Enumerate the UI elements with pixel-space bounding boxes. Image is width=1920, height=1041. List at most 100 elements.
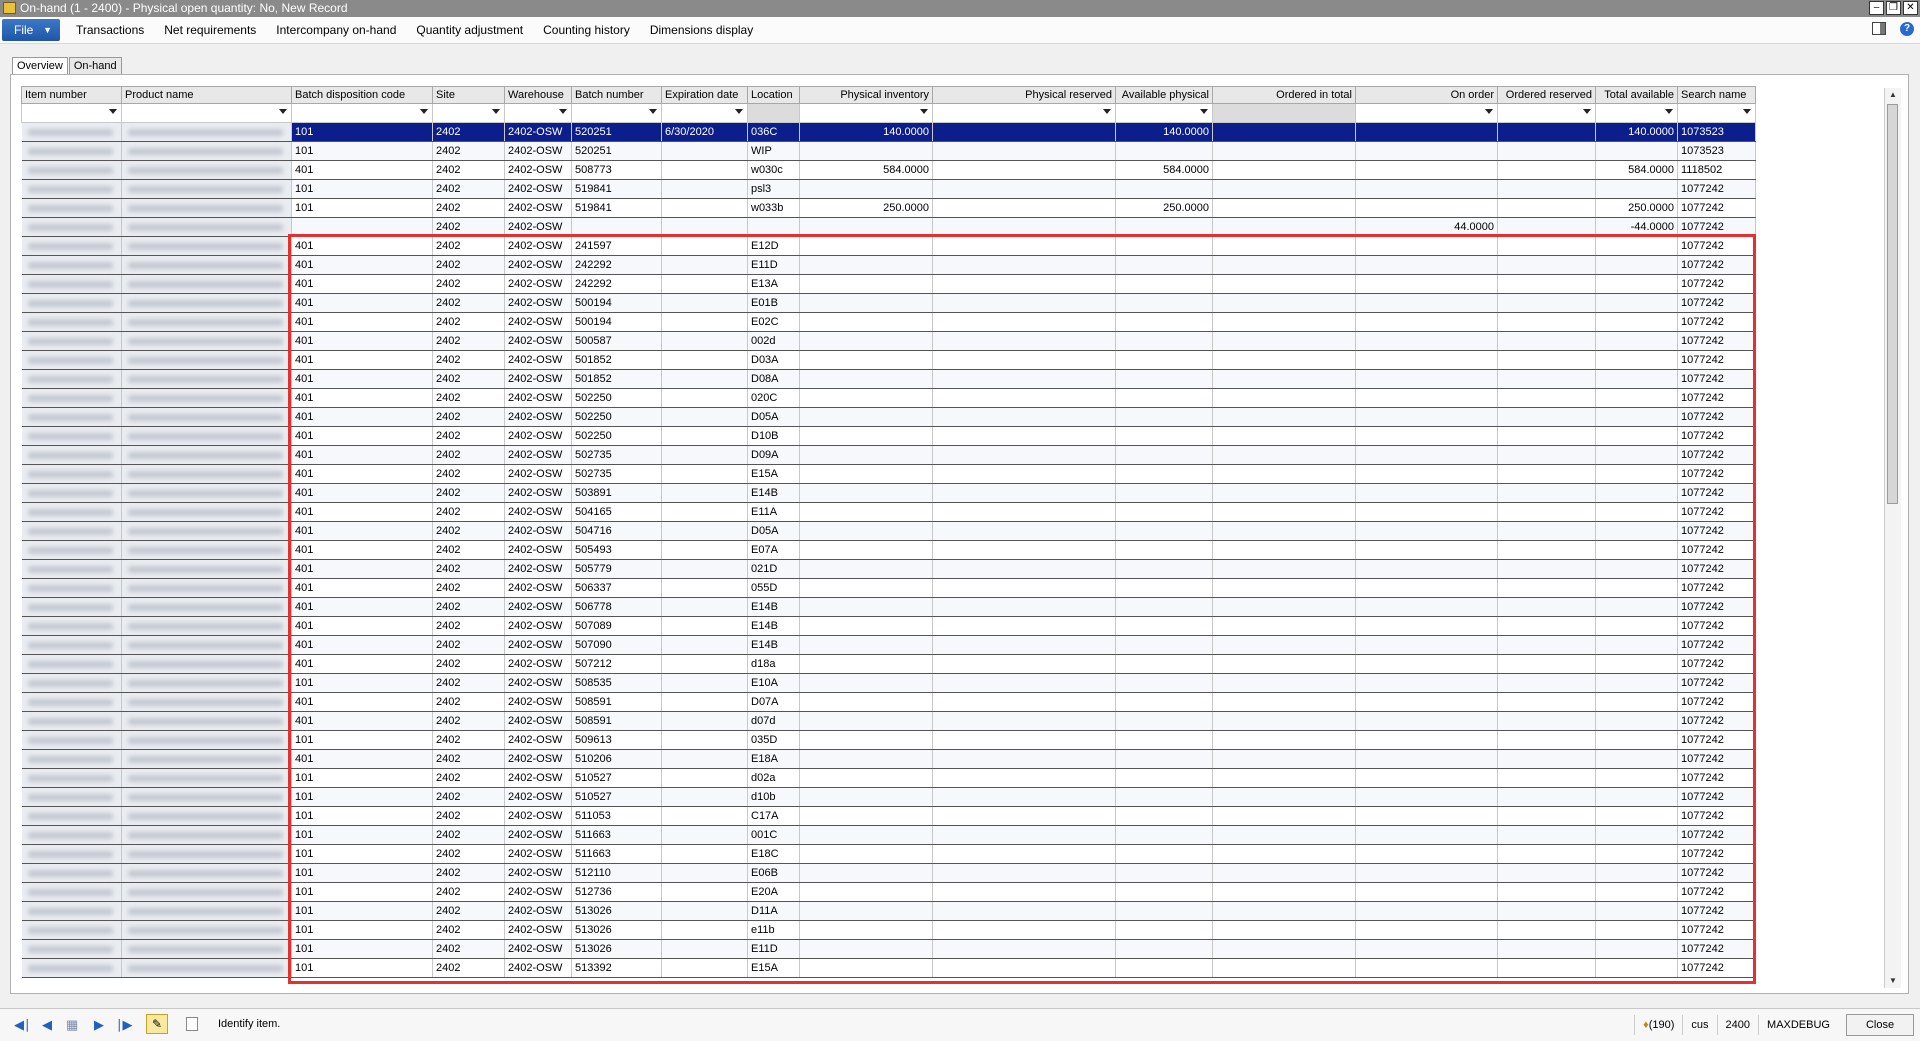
grid-view-icon[interactable]: ▦ <box>66 1018 78 1032</box>
table-row[interactable]: 401 2402 2402-OSW 501852 D08A 1077242 <box>21 369 1756 389</box>
filter-cell[interactable] <box>1355 103 1498 123</box>
pencil-icon[interactable]: ✎ <box>146 1014 168 1034</box>
filter-cell[interactable] <box>504 103 572 123</box>
table-row[interactable]: 401 2402 2402-OSW 506337 055D 1077242 <box>21 578 1756 598</box>
filter-cell[interactable] <box>747 103 800 123</box>
column-header-physical-reserved[interactable]: Physical reserved <box>932 86 1116 104</box>
filter-cell[interactable] <box>291 103 433 123</box>
table-row[interactable]: 401 2402 2402-OSW 507090 E14B 1077242 <box>21 635 1756 655</box>
restore-icon[interactable]: ❐ <box>1886 1 1901 15</box>
column-header-location[interactable]: Location <box>747 86 800 104</box>
column-header-site[interactable]: Site <box>432 86 505 104</box>
filter-cell[interactable] <box>932 103 1116 123</box>
table-row[interactable]: 401 2402 2402-OSW 508591 d07d 1077242 <box>21 711 1756 731</box>
table-row[interactable]: 401 2402 2402-OSW 505779 021D 1077242 <box>21 559 1756 579</box>
first-record-icon[interactable]: ◀∣ <box>14 1018 31 1032</box>
column-header-item-number[interactable]: Item number <box>21 86 122 104</box>
column-header-expiration-date[interactable]: Expiration date <box>661 86 748 104</box>
table-row[interactable]: 101 2402 2402-OSW 520251 6/30/2020 036C 140.00… <box>21 122 1756 142</box>
column-header-physical-inventory[interactable]: Physical inventory <box>799 86 933 104</box>
previous-record-icon[interactable]: ◀ <box>42 1018 52 1032</box>
minimize-icon[interactable]: – <box>1869 1 1884 15</box>
close-button[interactable]: Close <box>1846 1014 1914 1036</box>
menu-item-transactions[interactable]: Transactions <box>66 17 154 43</box>
table-row[interactable]: 401 2402 2402-OSW 500194 E01B 1077242 <box>21 293 1756 313</box>
filter-cell[interactable] <box>571 103 662 123</box>
chevron-down-icon[interactable] <box>1743 109 1751 114</box>
filter-cell[interactable] <box>1115 103 1213 123</box>
chevron-down-icon[interactable] <box>279 109 287 114</box>
table-row[interactable]: 101 2402 2402-OSW 510527 d10b 1077242 <box>21 787 1756 807</box>
table-row[interactable]: 401 2402 2402-OSW 505493 E07A 1077242 <box>21 540 1756 560</box>
table-row[interactable]: 101 2402 2402-OSW 511663 001C 1077242 <box>21 825 1756 845</box>
table-row[interactable]: 401 2402 2402-OSW 241597 E12D 1077242 <box>21 236 1756 256</box>
filter-cell[interactable] <box>1212 103 1356 123</box>
table-row[interactable]: 401 2402 2402-OSW 508591 D07A 1077242 <box>21 692 1756 712</box>
table-row[interactable]: 2402 2402-OSW 44.0000 -44.0000 1077242 <box>21 217 1756 237</box>
table-row[interactable]: 101 2402 2402-OSW 511663 E18C 1077242 <box>21 844 1756 864</box>
filter-cell[interactable] <box>1677 103 1756 123</box>
column-header-on-order[interactable]: On order <box>1355 86 1498 104</box>
table-row[interactable]: 101 2402 2402-OSW 513026 E11D 1077242 <box>21 939 1756 959</box>
filter-cell[interactable] <box>121 103 292 123</box>
chevron-down-icon[interactable] <box>559 109 567 114</box>
column-header-ordered-in-total[interactable]: Ordered in total <box>1212 86 1356 104</box>
table-row[interactable]: 401 2402 2402-OSW 500587 002d 1077242 <box>21 331 1756 351</box>
file-menu-button[interactable]: File ▼ <box>2 19 60 41</box>
table-row[interactable]: 401 2402 2402-OSW 504716 D05A 1077242 <box>21 521 1756 541</box>
table-row[interactable]: 101 2402 2402-OSW 519841 w033b 250.0000 250.00… <box>21 198 1756 218</box>
table-row[interactable]: 401 2402 2402-OSW 507212 d18a 1077242 <box>21 654 1756 674</box>
table-row[interactable]: 401 2402 2402-OSW 501852 D03A 1077242 <box>21 350 1756 370</box>
chevron-down-icon[interactable] <box>1485 109 1493 114</box>
scrollbar-thumb[interactable] <box>1887 104 1898 504</box>
vertical-scrollbar[interactable]: ▲ ▼ <box>1884 88 1901 988</box>
chevron-down-icon[interactable] <box>649 109 657 114</box>
chevron-down-icon[interactable] <box>1665 109 1673 114</box>
table-row[interactable]: 101 2402 2402-OSW 519841 psl3 1077242 <box>21 179 1756 199</box>
table-row[interactable]: 401 2402 2402-OSW 502250 020C 1077242 <box>21 388 1756 408</box>
menu-item-intercompany-on-hand[interactable]: Intercompany on-hand <box>266 17 406 43</box>
table-row[interactable]: 401 2402 2402-OSW 242292 E13A 1077242 <box>21 274 1756 294</box>
last-record-icon[interactable]: ∣▶ <box>116 1018 133 1032</box>
table-row[interactable]: 101 2402 2402-OSW 520251 WIP 1073523 <box>21 141 1756 161</box>
table-row[interactable]: 101 2402 2402-OSW 509613 035D 1077242 <box>21 730 1756 750</box>
filter-cell[interactable] <box>661 103 748 123</box>
table-row[interactable]: 101 2402 2402-OSW 513026 D11A 1077242 <box>21 901 1756 921</box>
table-row[interactable]: 401 2402 2402-OSW 506778 E14B 1077242 <box>21 597 1756 617</box>
scroll-up-icon[interactable]: ▲ <box>1885 88 1901 102</box>
menu-item-net-requirements[interactable]: Net requirements <box>154 17 266 43</box>
menu-item-dimensions-display[interactable]: Dimensions display <box>640 17 763 43</box>
table-row[interactable]: 101 2402 2402-OSW 512110 E06B 1077242 <box>21 863 1756 883</box>
table-row[interactable]: 101 2402 2402-OSW 512736 E20A 1077242 <box>21 882 1756 902</box>
table-row[interactable]: 401 2402 2402-OSW 500194 E02C 1077242 <box>21 312 1756 332</box>
chevron-down-icon[interactable] <box>1200 109 1208 114</box>
layout-icon[interactable] <box>1872 22 1886 35</box>
column-header-available-physical[interactable]: Available physical <box>1115 86 1213 104</box>
column-header-batch-number[interactable]: Batch number <box>571 86 662 104</box>
table-row[interactable]: 101 2402 2402-OSW 513026 e11b 1077242 <box>21 920 1756 940</box>
table-row[interactable]: 401 2402 2402-OSW 504165 E11A 1077242 <box>21 502 1756 522</box>
table-row[interactable]: 101 2402 2402-OSW 510527 d02a 1077242 <box>21 768 1756 788</box>
document-icon[interactable] <box>186 1017 198 1031</box>
tab-overview[interactable]: Overview <box>12 57 68 75</box>
menu-item-counting-history[interactable]: Counting history <box>533 17 640 43</box>
chevron-down-icon[interactable] <box>420 109 428 114</box>
scroll-down-icon[interactable]: ▼ <box>1885 974 1901 988</box>
table-row[interactable]: 101 2402 2402-OSW 508535 E10A 1077242 <box>21 673 1756 693</box>
column-header-search-name[interactable]: Search name <box>1677 86 1756 104</box>
chevron-down-icon[interactable] <box>735 109 743 114</box>
table-row[interactable]: 401 2402 2402-OSW 242292 E11D 1077242 <box>21 255 1756 275</box>
help-icon[interactable]: ? <box>1900 22 1914 36</box>
close-icon[interactable]: ✕ <box>1903 1 1918 15</box>
chevron-down-icon[interactable] <box>492 109 500 114</box>
table-row[interactable]: 101 2402 2402-OSW 511053 C17A 1077242 <box>21 806 1756 826</box>
column-header-batch-disposition-code[interactable]: Batch disposition code <box>291 86 433 104</box>
filter-cell[interactable] <box>799 103 933 123</box>
column-header-warehouse[interactable]: Warehouse <box>504 86 572 104</box>
menu-item-quantity-adjustment[interactable]: Quantity adjustment <box>406 17 533 43</box>
chevron-down-icon[interactable] <box>1103 109 1111 114</box>
notifications-indicator[interactable]: ♦(190) <box>1634 1015 1682 1035</box>
column-header-ordered-reserved[interactable]: Ordered reserved <box>1497 86 1596 104</box>
next-record-icon[interactable]: ▶ <box>94 1018 104 1032</box>
chevron-down-icon[interactable] <box>109 109 117 114</box>
